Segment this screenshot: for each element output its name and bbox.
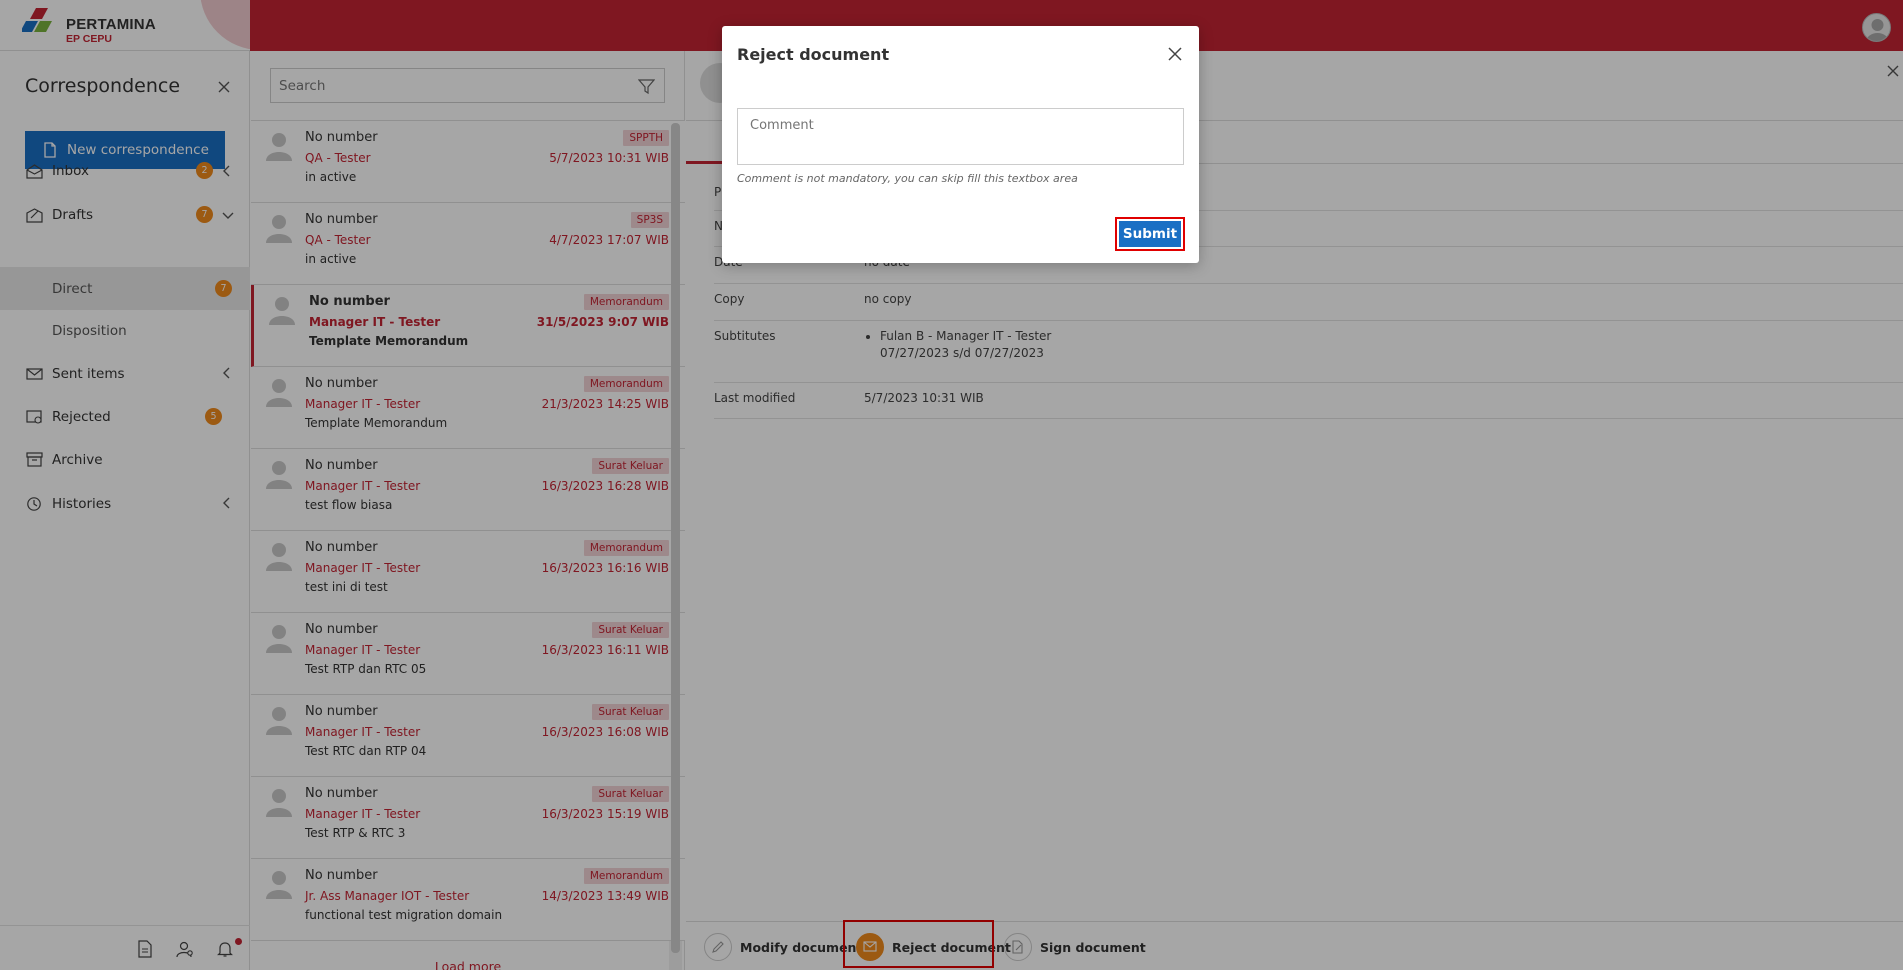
reject-document-dialog: Reject document Comment is not mandatory…	[722, 26, 1199, 263]
submit-button[interactable]: Submit	[1115, 217, 1185, 251]
comment-hint: Comment is not mandatory, you can skip f…	[737, 172, 1078, 185]
dialog-title: Reject document	[737, 45, 890, 64]
comment-field[interactable]	[737, 108, 1184, 165]
close-icon[interactable]	[1167, 46, 1183, 62]
